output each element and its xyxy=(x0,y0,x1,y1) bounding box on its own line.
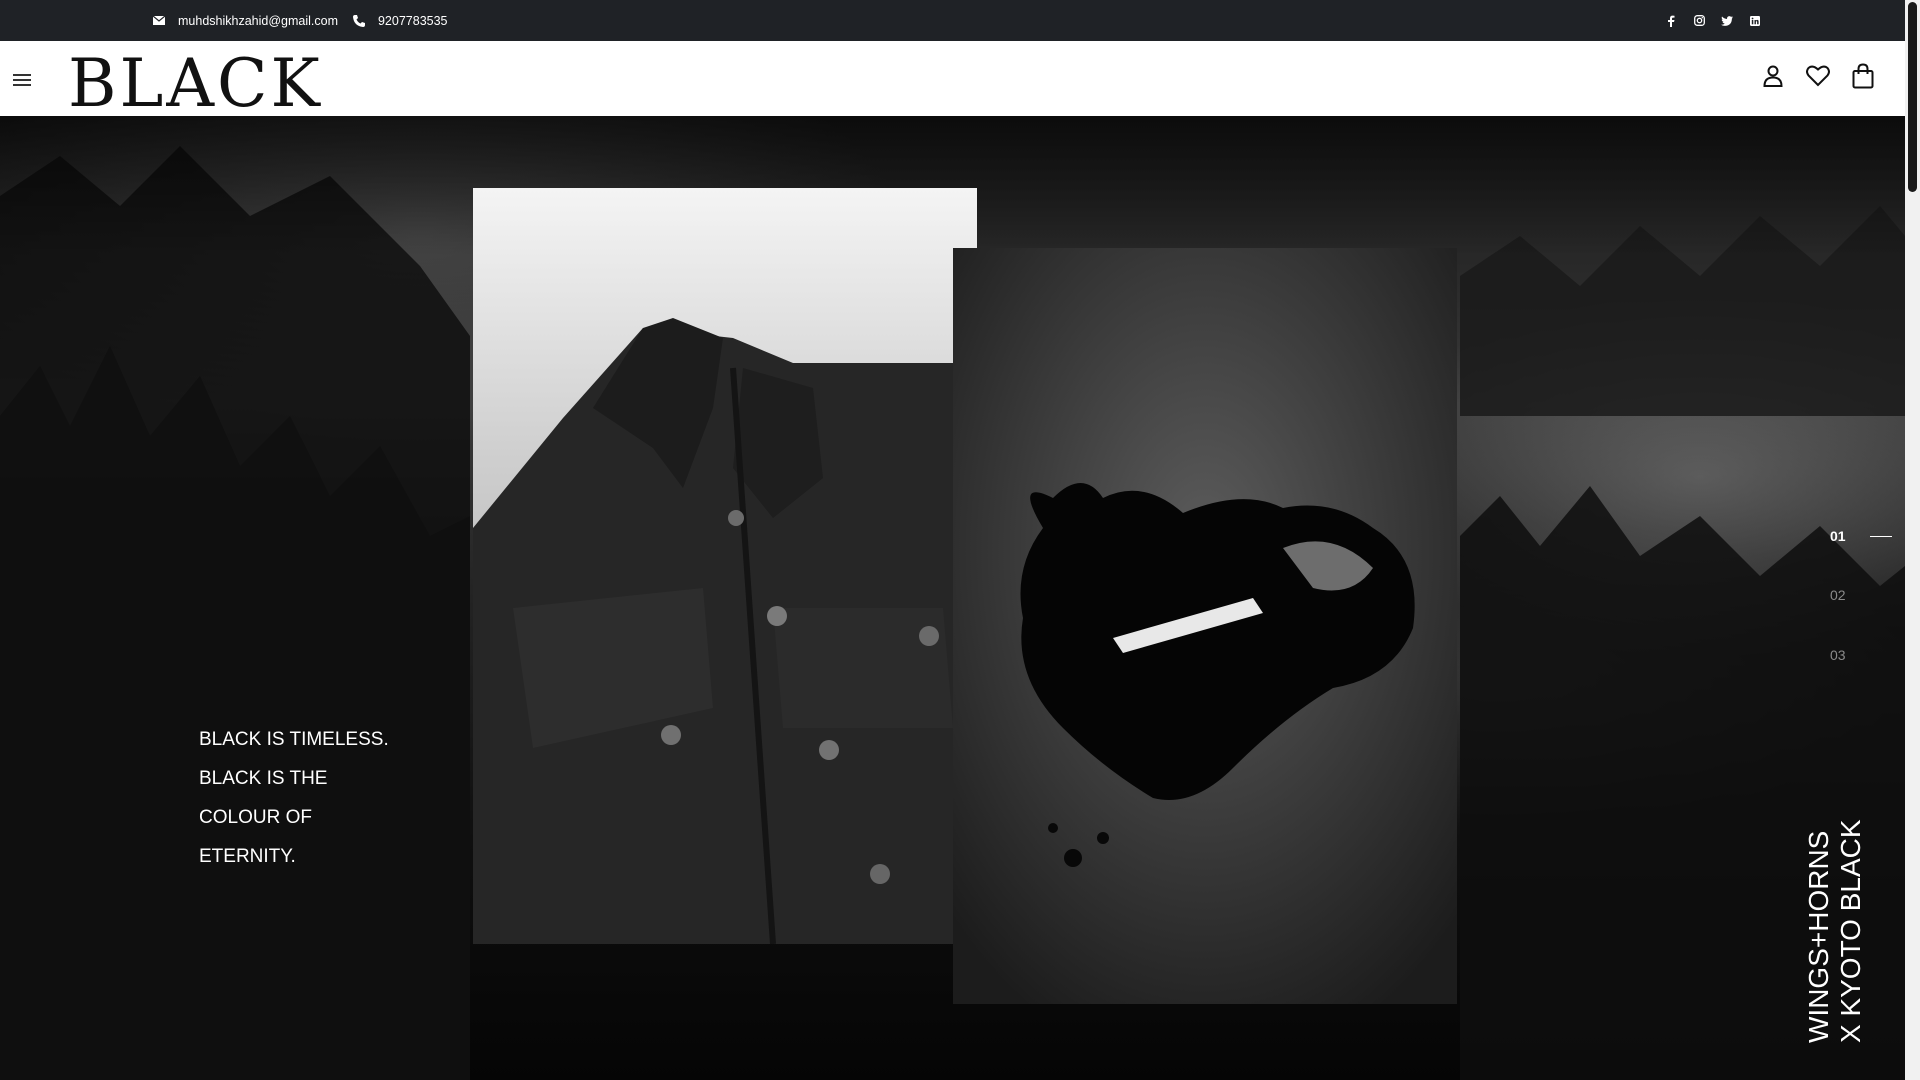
email-text: muhdshikhzahid@gmail.com xyxy=(178,13,338,28)
email-link[interactable]: muhdshikhzahid@gmail.com xyxy=(152,14,338,28)
instagram-icon[interactable] xyxy=(1692,14,1706,28)
linkedin-icon[interactable] xyxy=(1748,14,1762,28)
collection-title: WINGS+HORNS X KYOTO BLACK xyxy=(1803,819,1893,1043)
contact-info: muhdshikhzahid@gmail.com 9207783535 xyxy=(152,0,462,41)
phone-link[interactable]: 9207783535 xyxy=(352,14,448,28)
page-scrollbar[interactable] xyxy=(1905,0,1920,1080)
header-actions xyxy=(1761,61,1875,91)
facebook-icon[interactable] xyxy=(1664,14,1678,28)
site-header: BLACK xyxy=(0,41,1905,122)
phone-text: 9207783535 xyxy=(377,13,448,28)
slide-indicator-02[interactable]: 02 xyxy=(1830,587,1846,603)
heart-icon[interactable] xyxy=(1806,61,1830,91)
social-links xyxy=(1664,0,1762,41)
bag-icon[interactable] xyxy=(1851,61,1875,91)
phone-icon xyxy=(352,14,366,28)
site-logo[interactable]: BLACK xyxy=(68,45,323,122)
scrollbar-thumb[interactable] xyxy=(1908,2,1917,192)
black-heart-puddle-image[interactable] xyxy=(953,248,1457,1004)
envelope-icon xyxy=(152,14,166,28)
hero-section: BLACK IS TIMELESS. BLACK IS THE COLOUR O… xyxy=(0,116,1905,1080)
slide-indicator-01[interactable]: 01 xyxy=(1830,528,1846,544)
collection-title-line1: WINGS+HORNS xyxy=(1803,830,1834,1043)
denim-jacket-image[interactable] xyxy=(473,188,977,944)
menu-icon[interactable] xyxy=(13,74,31,86)
twitter-icon[interactable] xyxy=(1720,14,1734,28)
user-icon[interactable] xyxy=(1761,61,1785,91)
active-slide-line xyxy=(1870,536,1892,537)
top-info-bar: muhdshikhzahid@gmail.com 9207783535 xyxy=(0,0,1905,41)
slide-indicator-03[interactable]: 03 xyxy=(1830,647,1846,663)
hero-tagline: BLACK IS TIMELESS. BLACK IS THE COLOUR O… xyxy=(199,729,389,867)
collection-title-line2: X KYOTO BLACK xyxy=(1835,819,1866,1043)
